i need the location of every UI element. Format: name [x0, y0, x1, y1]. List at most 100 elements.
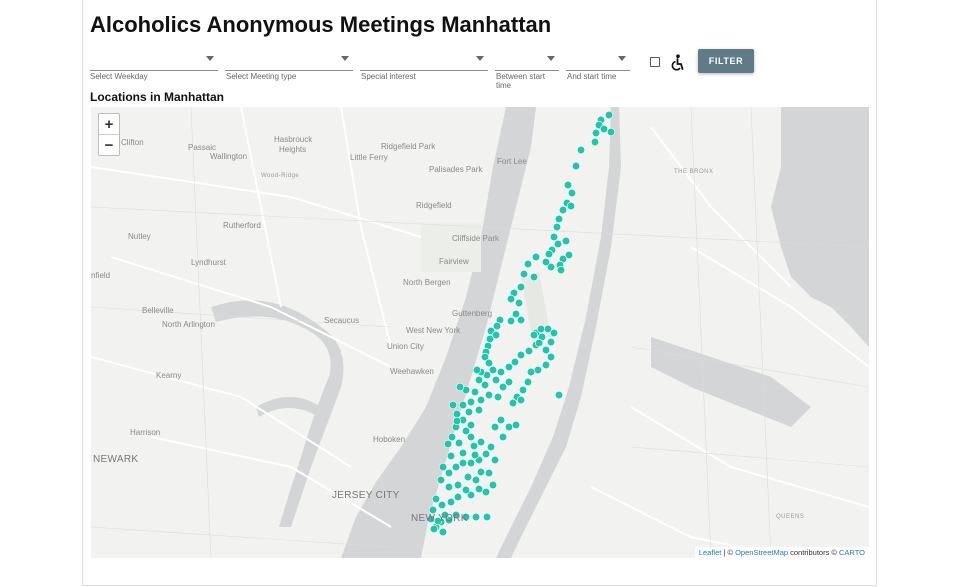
- meeting-marker[interactable]: [496, 415, 506, 425]
- meeting-marker[interactable]: [563, 180, 573, 190]
- meeting-marker[interactable]: [553, 239, 563, 249]
- meeting-marker[interactable]: [458, 458, 468, 468]
- meeting-marker[interactable]: [514, 298, 524, 308]
- meeting-marker[interactable]: [491, 375, 501, 385]
- meeting-marker[interactable]: [523, 259, 533, 269]
- osm-link[interactable]: OpenStreetMap: [735, 548, 788, 557]
- meeting-marker[interactable]: [536, 324, 546, 334]
- meeting-marker[interactable]: [524, 346, 534, 356]
- meeting-marker[interactable]: [516, 282, 526, 292]
- meeting-marker[interactable]: [504, 422, 514, 432]
- meeting-marker[interactable]: [546, 352, 556, 362]
- meeting-marker[interactable]: [496, 367, 506, 377]
- meeting-marker[interactable]: [458, 448, 468, 458]
- meeting-marker[interactable]: [455, 382, 465, 392]
- meeting-marker[interactable]: [606, 127, 616, 137]
- meeting-marker[interactable]: [485, 334, 495, 344]
- meeting-marker[interactable]: [476, 437, 486, 447]
- meeting-marker[interactable]: [470, 387, 480, 397]
- meeting-marker[interactable]: [474, 405, 484, 415]
- meeting-marker[interactable]: [470, 450, 480, 460]
- meeting-marker[interactable]: [438, 527, 448, 537]
- meeting-marker[interactable]: [481, 487, 491, 497]
- meeting-marker[interactable]: [472, 365, 482, 375]
- meeting-marker[interactable]: [544, 249, 554, 259]
- meeting-marker[interactable]: [561, 236, 571, 246]
- meeting-marker[interactable]: [506, 316, 516, 326]
- start-time-from-select[interactable]: [495, 50, 559, 71]
- meeting-marker[interactable]: [480, 380, 490, 390]
- meeting-marker[interactable]: [452, 409, 462, 419]
- meeting-marker[interactable]: [453, 492, 463, 502]
- meeting-marker[interactable]: [452, 416, 462, 426]
- meeting-marker[interactable]: [490, 422, 500, 432]
- meeting-marker[interactable]: [490, 455, 500, 465]
- meeting-marker[interactable]: [458, 400, 468, 410]
- meeting-marker[interactable]: [447, 432, 457, 442]
- carto-link[interactable]: CARTO: [839, 548, 865, 557]
- meeting-marker[interactable]: [438, 462, 448, 472]
- meeting-marker[interactable]: [508, 398, 518, 408]
- meeting-marker[interactable]: [471, 512, 481, 522]
- start-time-to-select[interactable]: [566, 50, 630, 71]
- meeting-marker[interactable]: [474, 484, 484, 494]
- zoom-out-button[interactable]: −: [99, 134, 119, 155]
- meeting-marker[interactable]: [498, 432, 508, 442]
- meeting-marker[interactable]: [554, 390, 564, 400]
- filter-button[interactable]: FILTER: [698, 49, 754, 73]
- meeting-marker[interactable]: [556, 265, 566, 275]
- meeting-marker[interactable]: [429, 524, 439, 534]
- meeting-marker[interactable]: [506, 294, 516, 304]
- meeting-marker[interactable]: [476, 395, 486, 405]
- meeting-marker[interactable]: [516, 350, 526, 360]
- meeting-marker[interactable]: [599, 124, 609, 134]
- meeting-marker[interactable]: [466, 432, 476, 442]
- meeting-marker[interactable]: [549, 232, 559, 242]
- meeting-marker[interactable]: [481, 449, 491, 459]
- meeting-marker[interactable]: [511, 420, 521, 430]
- meeting-marker[interactable]: [518, 385, 528, 395]
- meeting-marker[interactable]: [590, 137, 600, 147]
- meeting-markers[interactable]: [91, 107, 869, 558]
- meeting-marker[interactable]: [566, 201, 576, 211]
- meeting-marker[interactable]: [558, 205, 568, 215]
- meeting-marker[interactable]: [529, 330, 539, 340]
- meeting-marker[interactable]: [444, 468, 454, 478]
- meeting-marker[interactable]: [466, 397, 476, 407]
- meeting-marker[interactable]: [463, 472, 473, 482]
- meeting-marker[interactable]: [549, 328, 559, 338]
- meeting-marker[interactable]: [526, 367, 536, 377]
- meeting-type-select[interactable]: [225, 50, 353, 71]
- meeting-marker[interactable]: [519, 269, 529, 279]
- meeting-marker[interactable]: [516, 395, 526, 405]
- meeting-marker[interactable]: [451, 462, 461, 472]
- meeting-marker[interactable]: [469, 441, 479, 451]
- meeting-marker[interactable]: [482, 512, 492, 522]
- meeting-marker[interactable]: [493, 392, 503, 402]
- meeting-marker[interactable]: [453, 480, 463, 490]
- meeting-marker[interactable]: [523, 377, 533, 387]
- special-interest-select[interactable]: [360, 50, 488, 71]
- meeting-marker[interactable]: [498, 382, 508, 392]
- meeting-marker[interactable]: [554, 214, 564, 224]
- meeting-marker[interactable]: [466, 458, 476, 468]
- meeting-marker[interactable]: [546, 337, 556, 347]
- wheelchair-checkbox[interactable]: [650, 57, 660, 67]
- meeting-marker[interactable]: [541, 257, 551, 267]
- meeting-marker[interactable]: [446, 497, 456, 507]
- meeting-marker[interactable]: [576, 145, 586, 155]
- leaflet-link[interactable]: Leaflet: [699, 548, 722, 557]
- meeting-marker[interactable]: [516, 315, 526, 325]
- meeting-marker[interactable]: [446, 451, 456, 461]
- meeting-marker[interactable]: [604, 110, 614, 120]
- meeting-marker[interactable]: [437, 500, 447, 510]
- meeting-marker[interactable]: [484, 390, 494, 400]
- meeting-marker[interactable]: [448, 400, 458, 410]
- meeting-marker[interactable]: [471, 475, 481, 485]
- meeting-marker[interactable]: [591, 128, 601, 138]
- meeting-marker[interactable]: [436, 475, 446, 485]
- meeting-marker[interactable]: [510, 357, 520, 367]
- zoom-in-button[interactable]: +: [99, 114, 119, 134]
- meeting-marker[interactable]: [444, 482, 454, 492]
- map[interactable]: Clifton Passaic Wallington Hasbrouck Hei…: [91, 107, 869, 558]
